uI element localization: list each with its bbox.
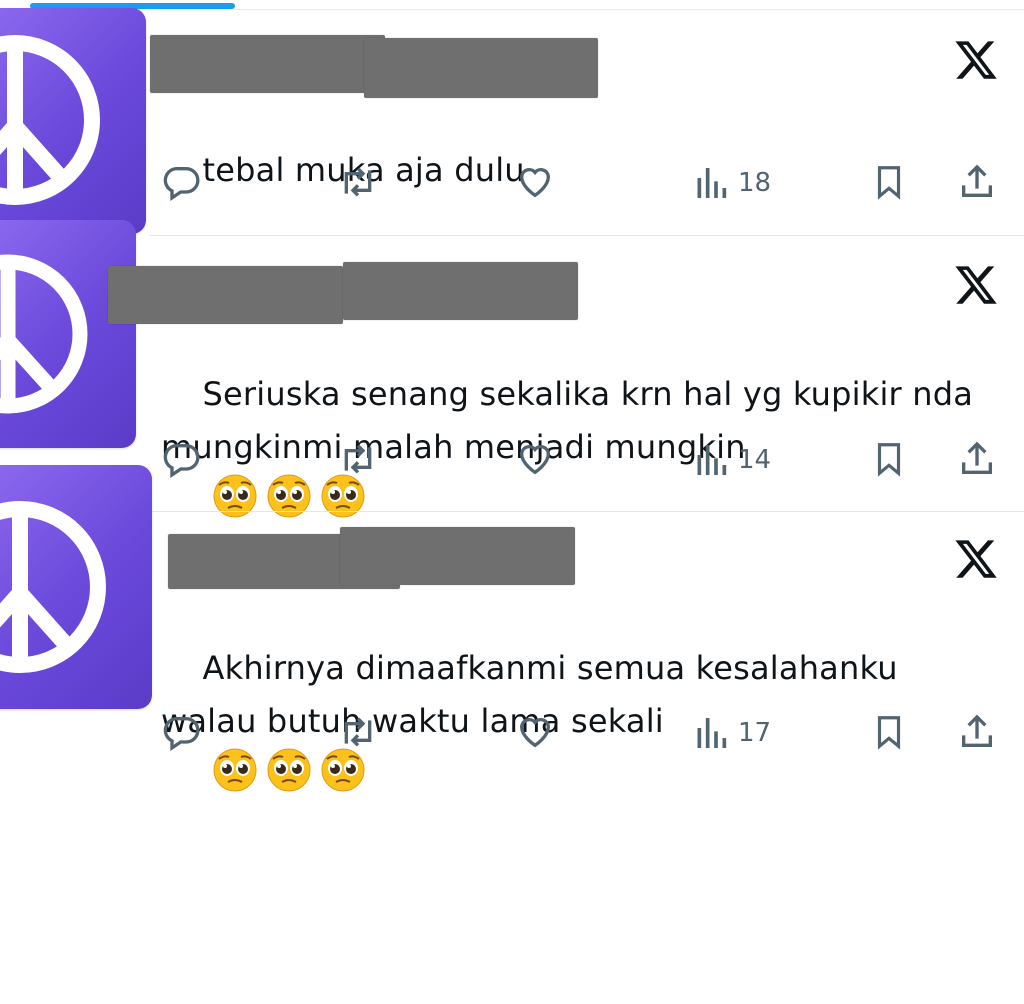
- reply-button[interactable]: [162, 712, 202, 752]
- redacted-username: [364, 38, 598, 98]
- views-icon: [697, 168, 727, 198]
- retweet-icon: [344, 717, 372, 747]
- pleading-face-emoji: [267, 748, 311, 792]
- retweet-icon: [344, 444, 372, 474]
- bookmark-button[interactable]: [870, 162, 908, 202]
- redacted-display-name: [150, 35, 385, 93]
- reply-button[interactable]: [162, 162, 202, 202]
- bookmark-icon: [877, 166, 901, 200]
- views-button[interactable]: 14: [694, 440, 771, 480]
- tweet-text-content: Seriuska senang sekalika krn hal yg kupi…: [161, 375, 974, 466]
- share-button[interactable]: [956, 439, 998, 479]
- share-icon: [962, 441, 992, 474]
- bookmark-button[interactable]: [870, 439, 908, 479]
- share-button[interactable]: [956, 712, 998, 752]
- x-logo-icon: [955, 266, 997, 304]
- avatar-peace-icon[interactable]: [0, 465, 152, 709]
- share-icon: [962, 714, 992, 747]
- tweet-2[interactable]: Seriuska senang sekalika krn hal yg kupi…: [0, 220, 1024, 518]
- views-count: 18: [738, 168, 772, 198]
- retweet-button[interactable]: [336, 712, 380, 752]
- reply-icon: [163, 166, 200, 201]
- views-count: 14: [738, 445, 772, 475]
- retweet-button[interactable]: [336, 162, 380, 202]
- bookmark-icon: [877, 716, 901, 750]
- avatar-peace-icon[interactable]: [0, 8, 146, 234]
- views-count: 17: [738, 718, 772, 748]
- reply-icon: [163, 443, 200, 478]
- x-logo-icon: [955, 41, 997, 79]
- like-icon: [519, 168, 551, 198]
- share-button[interactable]: [956, 162, 998, 202]
- reply-button[interactable]: [162, 439, 202, 479]
- views-icon: [697, 445, 727, 475]
- views-button[interactable]: 17: [694, 713, 771, 753]
- pleading-face-emoji: [213, 748, 257, 792]
- views-button[interactable]: 18: [694, 163, 771, 203]
- pleading-face-emoji: [321, 748, 365, 792]
- like-icon: [519, 445, 551, 475]
- tweet-3[interactable]: Akhirnya dimaafkanmi semua kesalahanku w…: [0, 465, 1024, 792]
- like-icon: [519, 718, 551, 748]
- bookmark-icon: [877, 443, 901, 477]
- redacted-username: [340, 527, 575, 585]
- bookmark-button[interactable]: [870, 712, 908, 752]
- views-icon: [697, 718, 727, 748]
- retweet-icon: [344, 167, 372, 197]
- share-icon: [962, 164, 992, 197]
- like-button[interactable]: [514, 712, 556, 752]
- tweet-1[interactable]: tebal muka aja dulu 18: [0, 0, 1024, 236]
- retweet-button[interactable]: [336, 439, 380, 479]
- like-button[interactable]: [514, 162, 556, 202]
- tweet-text: Akhirnya dimaafkanmi semua kesalahanku w…: [161, 589, 1001, 1004]
- avatar-peace-icon[interactable]: [0, 220, 136, 448]
- like-button[interactable]: [514, 439, 556, 479]
- redacted-username: [343, 262, 578, 320]
- reply-icon: [163, 716, 200, 751]
- x-logo-icon: [955, 540, 997, 578]
